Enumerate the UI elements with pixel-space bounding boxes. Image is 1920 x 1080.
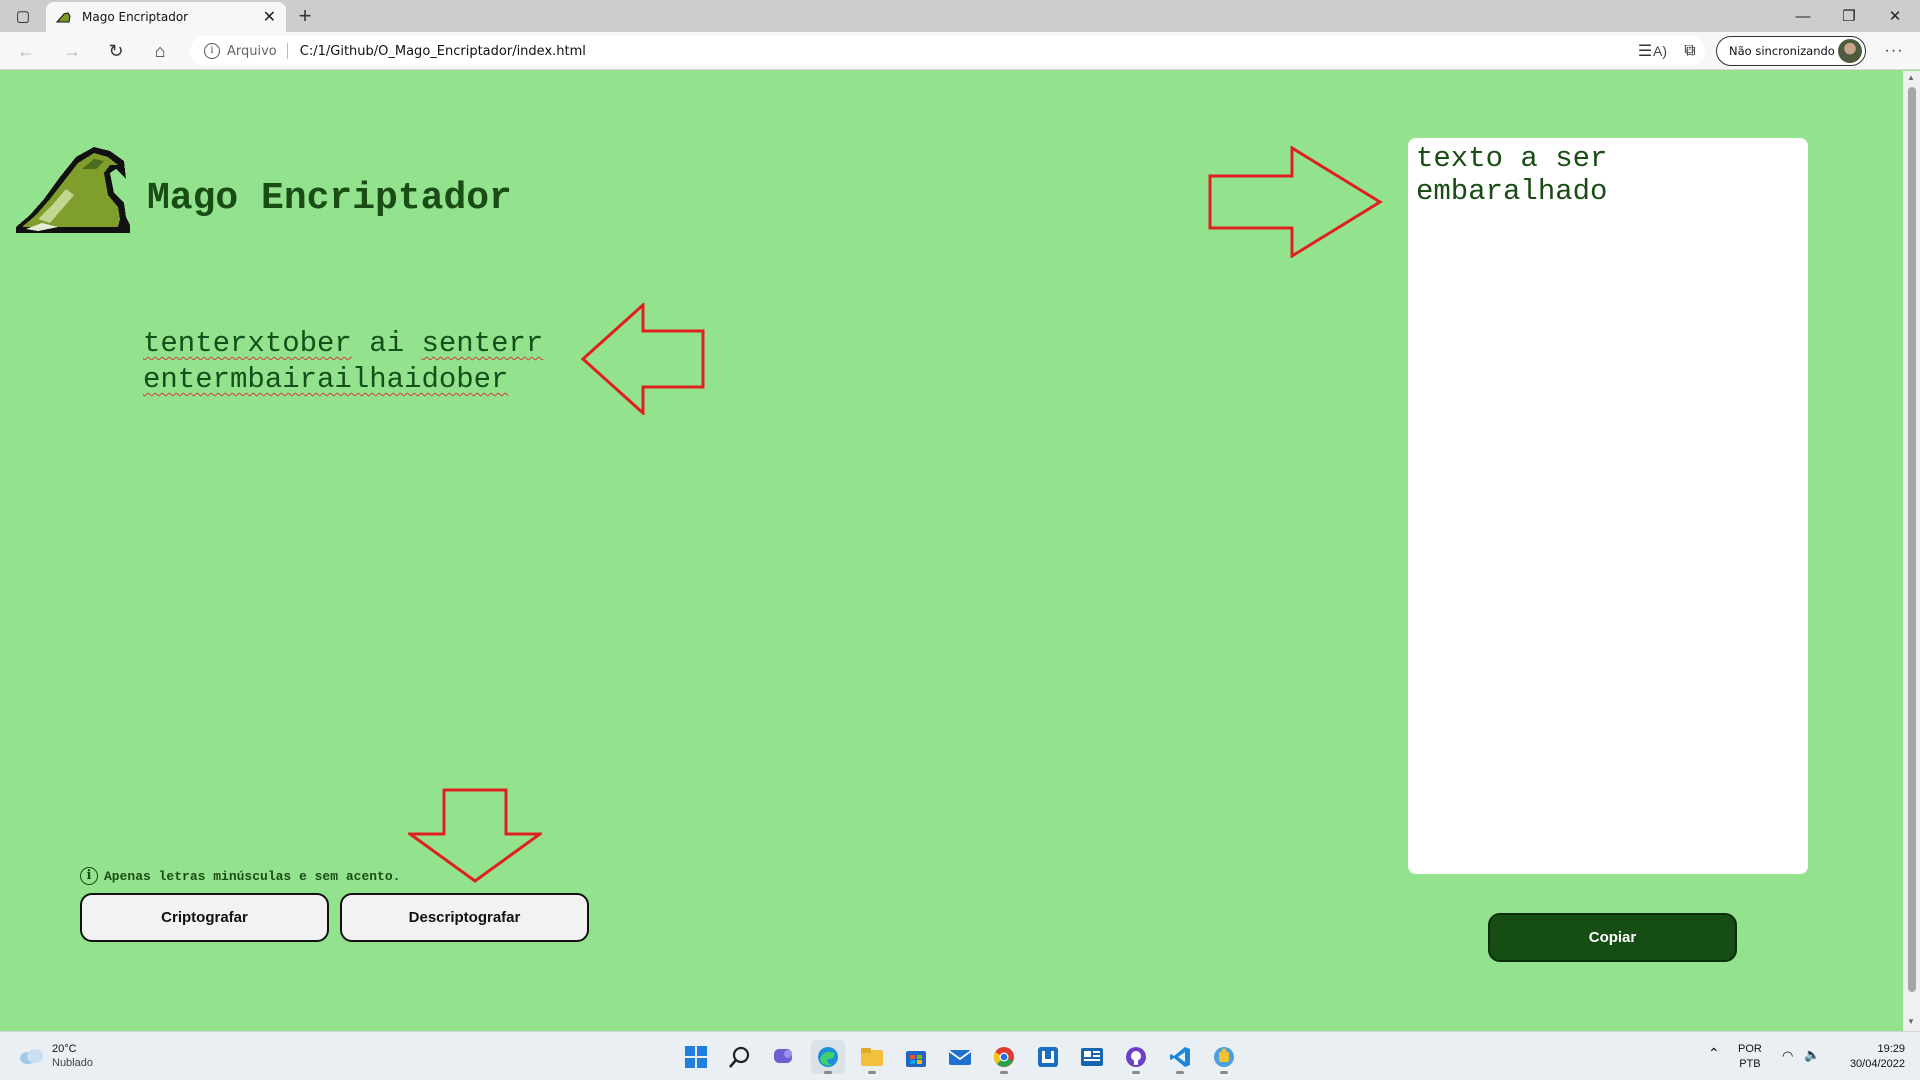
scroll-up-icon[interactable]: ▲ <box>1907 73 1915 82</box>
info-icon[interactable]: i <box>204 43 220 59</box>
new-tab-icon[interactable]: + <box>290 2 320 30</box>
arrow-left-annotation <box>581 303 705 415</box>
store-icon[interactable] <box>899 1040 933 1074</box>
output-text: tenterxtober ai senterr entermbairailhai… <box>143 326 563 398</box>
clock-time: 19:29 <box>1877 1043 1905 1055</box>
favorites-icon[interactable]: ☰ <box>1630 36 1660 66</box>
chat-icon[interactable] <box>767 1040 801 1074</box>
back-icon[interactable]: ← <box>10 36 42 66</box>
running-indicator <box>1176 1071 1184 1074</box>
page: Mago Encriptador tenterxtober ai senterr… <box>0 71 1903 1080</box>
github-desktop-icon[interactable] <box>1119 1040 1153 1074</box>
edge-icon[interactable] <box>811 1040 845 1074</box>
arrow-right-annotation <box>1208 146 1383 258</box>
search-icon[interactable] <box>723 1040 757 1074</box>
wifi-icon[interactable]: ◠ <box>1782 1048 1793 1063</box>
tab-actions-icon[interactable]: ▢ <box>0 0 46 32</box>
tray-chevron-icon[interactable]: ⌃ <box>1708 1046 1720 1061</box>
language-line2: PTB <box>1739 1058 1761 1070</box>
home-icon[interactable]: ⌂ <box>144 36 176 66</box>
news-icon[interactable] <box>1075 1040 1109 1074</box>
close-window-icon[interactable]: ✕ <box>1872 0 1918 32</box>
profile-label: Não sincronizando <box>1729 44 1835 58</box>
running-indicator <box>868 1071 876 1074</box>
collections-icon[interactable]: ⧉ <box>1675 36 1705 66</box>
encrypt-button[interactable]: Criptografar <box>80 893 329 942</box>
file-explorer-icon[interactable] <box>855 1040 889 1074</box>
tab-title: Mago Encriptador <box>82 10 189 24</box>
running-indicator <box>1000 1071 1008 1074</box>
output-word: ai <box>369 327 405 360</box>
clock[interactable]: 19:29 30/04/2022 <box>1835 1042 1905 1072</box>
vscode-icon[interactable] <box>1163 1040 1197 1074</box>
scroll-down-icon[interactable]: ▼ <box>1907 1017 1915 1026</box>
taskbar: 20°C Nublado ⌃ POR PTB ◠ 🔈 19:29 30/04/2… <box>0 1031 1920 1080</box>
mail-icon[interactable] <box>943 1040 977 1074</box>
minimize-icon[interactable]: — <box>1780 0 1826 32</box>
decrypt-button[interactable]: Descriptografar <box>340 893 589 942</box>
input-textarea[interactable]: texto a ser embaralhado <box>1408 138 1808 874</box>
weather-temp: 20°C <box>52 1043 77 1055</box>
chrome-icon[interactable] <box>987 1040 1021 1074</box>
tab-bar: ▢ Mago Encriptador ✕ + — ❐ ✕ <box>0 0 1920 32</box>
app-icon[interactable] <box>1031 1040 1065 1074</box>
wizard-hat-logo <box>16 147 130 233</box>
start-icon[interactable] <box>679 1040 713 1074</box>
brand-title: Mago Encriptador <box>147 177 512 220</box>
weather-widget[interactable]: 20°C Nublado <box>18 1042 93 1070</box>
address-protocol: Arquivo <box>227 43 277 59</box>
output-word: senterr <box>421 327 544 360</box>
forward-icon[interactable]: → <box>56 36 88 66</box>
wizard-hat-favicon-icon <box>56 12 71 23</box>
active-indicator <box>824 1071 832 1074</box>
address-url[interactable]: C:/1/Github/O_Mago_Encriptador/index.htm… <box>300 44 1645 59</box>
clock-date: 30/04/2022 <box>1849 1058 1905 1070</box>
output-word: tenterxtober <box>143 327 352 360</box>
hint-text: Apenas letras minúsculas e sem acento. <box>104 868 401 884</box>
address-bar[interactable]: i Arquivo C:/1/Github/O_Mago_Encriptador… <box>190 36 1705 66</box>
scrollbar-thumb[interactable] <box>1908 87 1916 992</box>
running-indicator <box>1220 1071 1228 1074</box>
profile-button[interactable]: Não sincronizando <box>1716 36 1866 66</box>
cloud-icon <box>20 1049 43 1064</box>
running-indicator <box>1132 1071 1140 1074</box>
refresh-icon[interactable]: ↻ <box>100 36 132 66</box>
avatar <box>1838 39 1862 63</box>
weather-desc: Nublado <box>52 1057 93 1069</box>
arrow-down-annotation <box>408 788 542 883</box>
language-line1: POR <box>1738 1043 1762 1055</box>
restore-icon[interactable]: ❐ <box>1826 0 1872 32</box>
output-word: entermbairailhaidober <box>143 363 509 396</box>
address-separator <box>286 43 288 59</box>
scrollbar[interactable]: ▲ ▼ <box>1903 71 1920 1031</box>
browser-tab[interactable]: Mago Encriptador ✕ <box>46 2 286 32</box>
close-tab-icon[interactable]: ✕ <box>263 7 276 27</box>
volume-icon[interactable]: 🔈 <box>1804 1047 1820 1062</box>
more-menu-icon[interactable]: ··· <box>1876 36 1912 66</box>
puzzle-icon[interactable] <box>1207 1040 1241 1074</box>
browser-toolbar: ← → ↻ ⌂ i Arquivo C:/1/Github/O_Mago_Enc… <box>0 32 1920 70</box>
language-indicator[interactable]: POR PTB <box>1738 1042 1762 1072</box>
copy-button[interactable]: Copiar <box>1488 913 1737 962</box>
hint: i Apenas letras minúsculas e sem acento. <box>80 867 400 885</box>
info-icon: i <box>80 867 98 885</box>
